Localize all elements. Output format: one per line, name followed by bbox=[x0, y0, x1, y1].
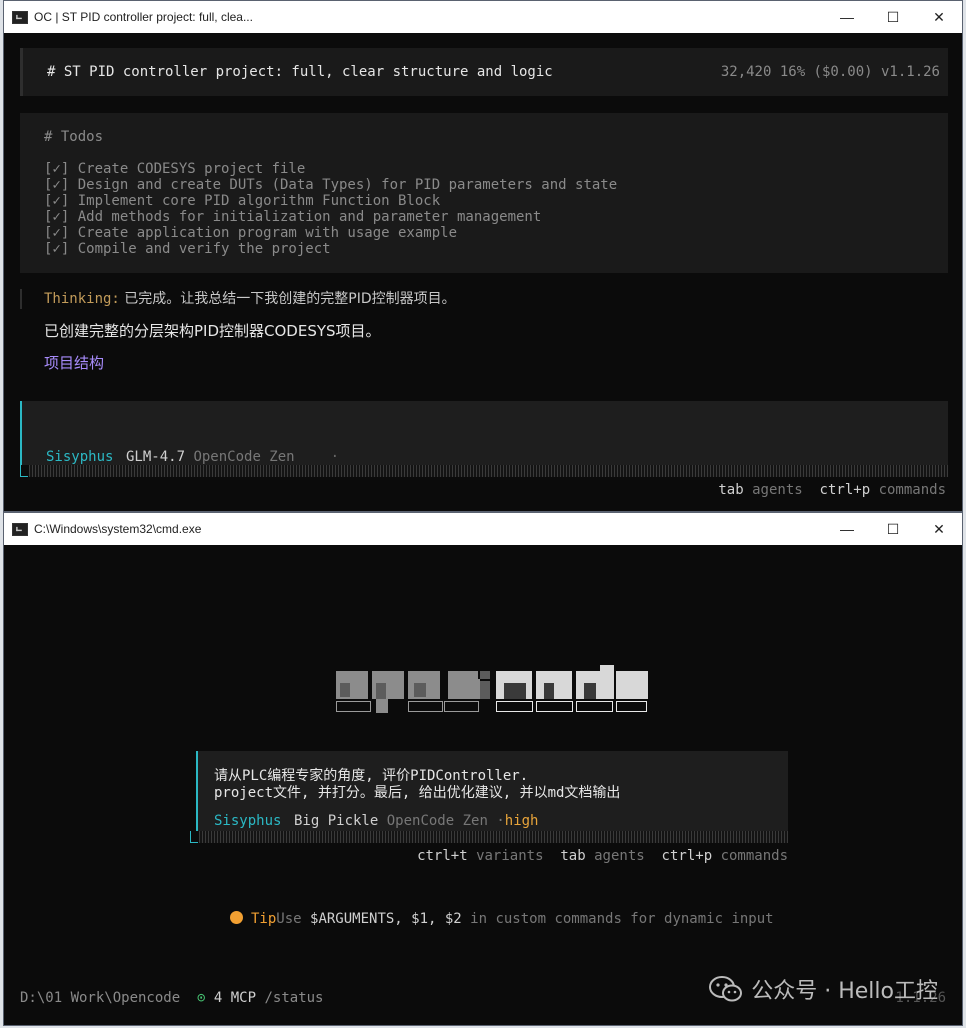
status-bar: D:\01 Work\Opencode ⊙ 4 MCP /status bbox=[20, 990, 324, 1006]
provider-name: OpenCode Zen bbox=[193, 449, 295, 465]
prompt-text-line: project文件, 并打分。最后, 给出优化建议, 并以md文档输出 bbox=[214, 785, 621, 801]
tip-args: $ARGUMENTS, $1, $2 bbox=[310, 911, 462, 927]
tip-dot-icon bbox=[230, 911, 243, 924]
model-selector[interactable]: Big Pickle OpenCode Zen ·high bbox=[294, 813, 538, 829]
provider-name: OpenCode Zen bbox=[386, 813, 488, 829]
hint-key: ctrl+p bbox=[661, 848, 713, 864]
hint-key: tab bbox=[718, 482, 744, 498]
tip-text: Use bbox=[276, 911, 311, 927]
window-title: OC | ST PID controller project: full, cl… bbox=[34, 10, 253, 24]
todos-list: [✓] Create CODESYS project file [✓] Desi… bbox=[44, 161, 617, 257]
separator-dot: · bbox=[496, 813, 505, 829]
model-name: GLM-4.7 bbox=[126, 449, 186, 465]
maximize-button[interactable]: ☐ bbox=[870, 1, 916, 33]
thinking-text: 已完成。让我总结一下我创建的完整PID控制器项目。 bbox=[119, 291, 456, 307]
working-directory: D:\01 Work\Opencode bbox=[20, 990, 181, 1006]
agent-name[interactable]: Sisyphus bbox=[214, 813, 281, 829]
hint-key: ctrl+p bbox=[819, 482, 871, 498]
mcp-status-icon: ⊙ bbox=[197, 990, 206, 1006]
window-title: C:\Windows\system32\cmd.exe bbox=[34, 522, 202, 536]
keyboard-hints: tab agents ctrl+p commands bbox=[718, 482, 946, 498]
cmd-window: C:\Windows\system32\cmd.exe — ☐ ✕ openco… bbox=[3, 512, 963, 1026]
thinking-label: Thinking: bbox=[44, 291, 120, 307]
input-scrollbar[interactable] bbox=[199, 831, 788, 843]
title-bar[interactable]: OC | ST PID controller project: full, cl… bbox=[4, 1, 962, 33]
input-scrollbar[interactable] bbox=[29, 465, 948, 477]
todo-item: [✓] Implement core PID algorithm Functio… bbox=[44, 193, 441, 209]
session-meta: 32,420 16% ($0.00) v1.1.26 bbox=[720, 64, 940, 80]
hint-label: variants bbox=[476, 848, 544, 864]
model-name: Big Pickle bbox=[294, 813, 379, 829]
terminal-content: opencode 请从 bbox=[4, 545, 962, 1025]
tip-line: TipUse $ARGUMENTS, $1, $2 in custom comm… bbox=[230, 911, 774, 927]
keyboard-hints: ctrl+t variants tab agents ctrl+p comman… bbox=[417, 848, 788, 864]
hint-label: agents bbox=[594, 848, 645, 864]
terminal-content: # ST PID controller project: full, clear… bbox=[4, 33, 962, 511]
opencode-window: OC | ST PID controller project: full, cl… bbox=[3, 0, 963, 512]
model-selector[interactable]: GLM-4.7 OpenCode Zen · bbox=[126, 449, 339, 465]
agent-name[interactable]: Sisyphus bbox=[46, 449, 113, 465]
mcp-count[interactable]: 4 MCP bbox=[214, 990, 256, 1006]
hint-label: commands bbox=[720, 848, 788, 864]
hint-label: commands bbox=[878, 482, 946, 498]
wechat-icon bbox=[709, 976, 743, 1002]
status-command[interactable]: /status bbox=[264, 990, 323, 1006]
todos-heading: # Todos bbox=[44, 129, 104, 145]
session-header: # ST PID controller project: full, clear… bbox=[20, 48, 948, 96]
tip-text: in custom commands for dynamic input bbox=[461, 911, 774, 927]
effort-level: high bbox=[504, 813, 539, 829]
input-corner bbox=[20, 465, 28, 477]
thinking-line: Thinking: 已完成。让我总结一下我创建的完整PID控制器项目。 bbox=[20, 289, 456, 309]
todo-item: [✓] Create CODESYS project file bbox=[44, 161, 306, 177]
minimize-button[interactable]: — bbox=[824, 513, 870, 545]
console-app-icon bbox=[12, 10, 28, 24]
watermark: 公众号 · Hello工控 bbox=[709, 973, 938, 1005]
prompt-input[interactable]: Sisyphus GLM-4.7 OpenCode Zen · bbox=[20, 401, 948, 465]
watermark-text: 公众号 · Hello工控 bbox=[751, 979, 938, 1004]
todo-item: [✓] Design and create DUTs (Data Types) … bbox=[44, 177, 618, 193]
separator-dot: · bbox=[330, 449, 340, 465]
todo-item: [✓] Create application program with usag… bbox=[44, 225, 458, 241]
title-bar[interactable]: C:\Windows\system32\cmd.exe — ☐ ✕ bbox=[4, 513, 962, 545]
prompt-input[interactable]: 请从PLC编程专家的角度, 评价PIDController. project文件… bbox=[196, 751, 788, 831]
hint-key: tab bbox=[560, 848, 586, 864]
hint-label: agents bbox=[752, 482, 803, 498]
maximize-button[interactable]: ☐ bbox=[870, 513, 916, 545]
input-corner bbox=[190, 831, 198, 843]
close-button[interactable]: ✕ bbox=[916, 1, 962, 33]
todo-item: [✓] Compile and verify the project bbox=[44, 241, 331, 257]
summary-text: 已创建完整的分层架构PID控制器CODESYS项目。 bbox=[44, 322, 381, 340]
hint-key: ctrl+t bbox=[417, 848, 468, 864]
minimize-button[interactable]: — bbox=[824, 1, 870, 33]
opencode-logo: opencode bbox=[336, 665, 648, 713]
todo-item: [✓] Add methods for initialization and p… bbox=[44, 209, 542, 225]
tip-label: Tip bbox=[251, 911, 277, 927]
console-app-icon bbox=[12, 522, 28, 536]
todos-panel: # Todos [✓] Create CODESYS project file … bbox=[20, 113, 948, 273]
session-title: # ST PID controller project: full, clear… bbox=[47, 64, 553, 80]
project-structure-link[interactable]: 项目结构 bbox=[44, 352, 104, 373]
close-button[interactable]: ✕ bbox=[916, 513, 962, 545]
